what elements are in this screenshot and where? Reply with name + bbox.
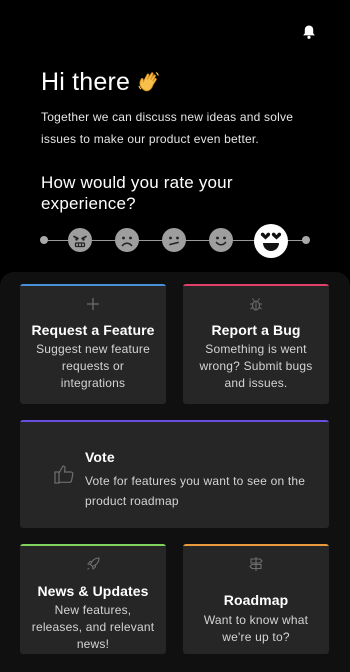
- plus-icon: [85, 296, 101, 312]
- vote-card[interactable]: Vote Vote for features you want to see o…: [20, 420, 329, 528]
- header-subtitle: Together we can discuss new ideas and so…: [41, 110, 294, 146]
- heart-eyes-face-icon[interactable]: [254, 224, 288, 258]
- happy-face-icon[interactable]: [209, 228, 233, 252]
- notification-bell-icon[interactable]: [302, 24, 316, 40]
- card-description: Vote for features you want to see on the…: [85, 474, 306, 508]
- report-bug-card[interactable]: Report a Bug Something is went wrong? Su…: [183, 284, 329, 404]
- card-description: Want to know what we're up to?: [203, 613, 309, 644]
- card-accent-bar: [183, 284, 329, 286]
- card-title: Roadmap: [223, 592, 289, 608]
- card-description: Suggest new feature requests or integrat…: [36, 342, 150, 390]
- sad-face-icon[interactable]: [115, 228, 139, 252]
- angry-face-icon[interactable]: [68, 228, 92, 252]
- rating-end-dot: [302, 236, 310, 244]
- thumbs-up-icon: [52, 462, 76, 486]
- roadmap-card[interactable]: Roadmap Want to know what we're up to?: [183, 544, 329, 654]
- card-title: Vote: [85, 449, 115, 465]
- card-description: Something is went wrong? Submit bugs and…: [199, 342, 313, 390]
- card-accent-bar: [20, 284, 166, 286]
- card-title: Report a Bug: [211, 322, 301, 338]
- signpost-icon: [248, 556, 264, 572]
- greeting-line: Hi there: [41, 66, 321, 98]
- request-feature-card[interactable]: Request a Feature Suggest new feature re…: [20, 284, 166, 404]
- rating-start-dot: [40, 236, 48, 244]
- bug-icon: [248, 296, 264, 312]
- card-accent-bar: [183, 544, 329, 546]
- confused-face-icon[interactable]: [162, 228, 186, 252]
- card-accent-bar: [20, 420, 329, 422]
- waving-hand-icon: [136, 69, 162, 95]
- rating-question: How would you rate your experience?: [41, 173, 233, 213]
- card-title: News & Updates: [37, 583, 149, 599]
- news-updates-card[interactable]: News & Updates New features, releases, a…: [20, 544, 166, 654]
- experience-rating[interactable]: [40, 224, 310, 258]
- header: Hi there Together we can discuss new ide…: [41, 66, 321, 150]
- card-accent-bar: [20, 544, 166, 546]
- rocket-icon: [85, 556, 101, 572]
- greeting-title: Hi there: [41, 68, 131, 96]
- card-description: New features, releases, and relevant new…: [31, 603, 155, 651]
- card-title: Request a Feature: [31, 322, 155, 338]
